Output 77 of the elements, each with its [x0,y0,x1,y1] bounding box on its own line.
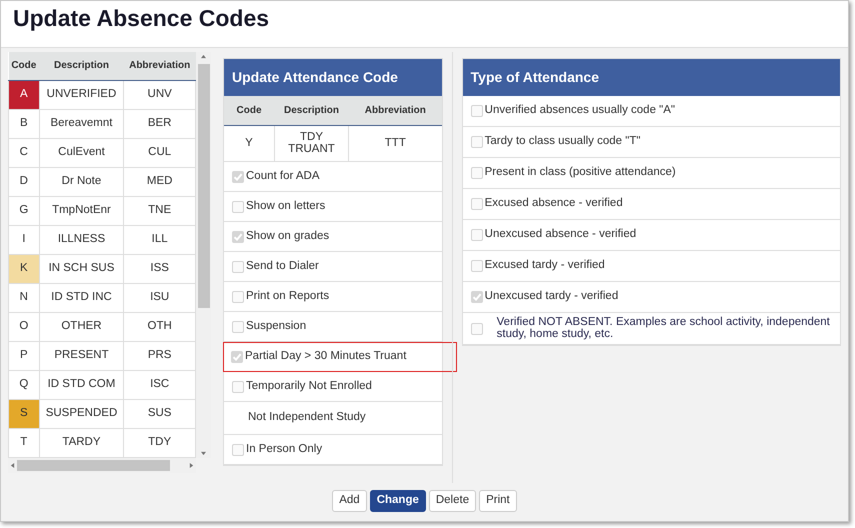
option-label: Not Independent Study [248,410,366,426]
column-header: Description [282,104,340,118]
table-cell[interactable]: G [8,196,40,225]
column-header: Code [8,52,40,80]
table-cell[interactable]: D [8,167,40,196]
table-cell[interactable]: B [8,109,40,138]
action-button[interactable]: Add [332,490,367,512]
option-label: Verified NOT ABSENT. Examples are school activity, independent study, home study, etc. [496,317,831,340]
option-label: Present in class (positive attendance) [484,165,676,180]
checkbox[interactable] [470,322,483,334]
table-cell[interactable]: A [8,80,40,109]
option-label: Send to Dialer [246,258,319,274]
option-label: Show on letters [246,198,326,214]
option-label: Suspension [246,318,306,334]
action-button[interactable]: Change [370,490,426,512]
checkbox[interactable] [470,136,483,148]
column-header: Abbreviation [364,104,427,118]
panel-header: Update Attendance Code [224,59,442,96]
table-cell[interactable]: PRESENT [39,341,124,370]
table-cell[interactable]: Q [8,370,40,399]
table-cell[interactable]: UNVERIFIED [39,80,124,109]
action-button[interactable]: Delete [428,490,476,512]
option-label: Count for ADA [246,168,320,184]
checkbox[interactable] [470,198,483,210]
column-header: Abbreviation [124,52,196,80]
checkbox[interactable] [232,380,244,392]
table-cell-text: Y [244,136,254,151]
option-label: Unverified absences usually code "A" [484,103,675,118]
table-cell[interactable]: Dr Note [39,167,124,196]
window-title: Update Absence Codes [12,4,270,33]
table-cell[interactable]: N [8,283,40,312]
option-label: Print on Reports [246,288,330,304]
option-label: In Person Only [246,442,322,457]
option-label: Unexcused absence - verified [484,227,636,242]
table-cell[interactable]: O [8,312,40,341]
option-label: Partial Day > 30 Minutes Truant [245,348,406,364]
table-cell[interactable]: T [8,428,40,457]
option-label: Tardy to class usually code "T" [484,134,640,150]
option-label: Temporarily Not Enrolled [246,378,372,394]
checkbox[interactable] [231,350,243,362]
table-cell-text: TTT [384,136,407,151]
checkbox[interactable] [232,260,244,272]
table-cell[interactable]: IN SCH SUS [39,254,124,283]
table-cell[interactable]: TARDY [39,428,124,457]
checkbox[interactable] [470,229,483,241]
checkbox[interactable] [232,320,244,332]
table-cell[interactable]: Bereavemnt [39,109,124,138]
table-cell[interactable]: S [8,399,40,428]
checkbox[interactable] [232,200,244,212]
checkbox[interactable] [470,105,483,117]
table-cell[interactable]: SUSPENDED [39,399,124,428]
table-cell[interactable]: C [8,138,40,167]
table-cell[interactable]: ID STD COM [39,370,124,399]
option-label: Excused tardy - verified [484,258,605,274]
checkbox[interactable] [232,170,244,182]
checkbox[interactable] [232,444,244,456]
table-cell[interactable]: CulEvent [39,138,124,167]
checkbox[interactable] [232,290,244,302]
column-header: Description [39,52,124,80]
table-cell[interactable]: OTHER [39,312,124,341]
action-button[interactable]: Print [479,490,517,512]
option-label: Excused absence - verified [484,196,623,212]
checkbox[interactable] [470,291,483,303]
table-cell[interactable]: ID STD INC [39,283,124,312]
column-header: Code [236,104,262,118]
checkbox[interactable] [470,167,483,179]
option-label: Show on grades [246,228,330,244]
table-cell[interactable]: TmpNotEnr [39,196,124,225]
panel-header: Type of Attendance [462,59,840,96]
option-label: Unexcused tardy - verified [484,289,618,304]
table-cell[interactable]: K [8,254,40,283]
checkbox[interactable] [232,230,244,242]
table-cell: TDY TRUANT [274,126,349,161]
table-cell[interactable]: ILLNESS [39,225,124,254]
table-cell[interactable]: P [8,341,40,370]
table-cell[interactable]: I [8,225,40,254]
checkbox[interactable] [470,260,483,272]
